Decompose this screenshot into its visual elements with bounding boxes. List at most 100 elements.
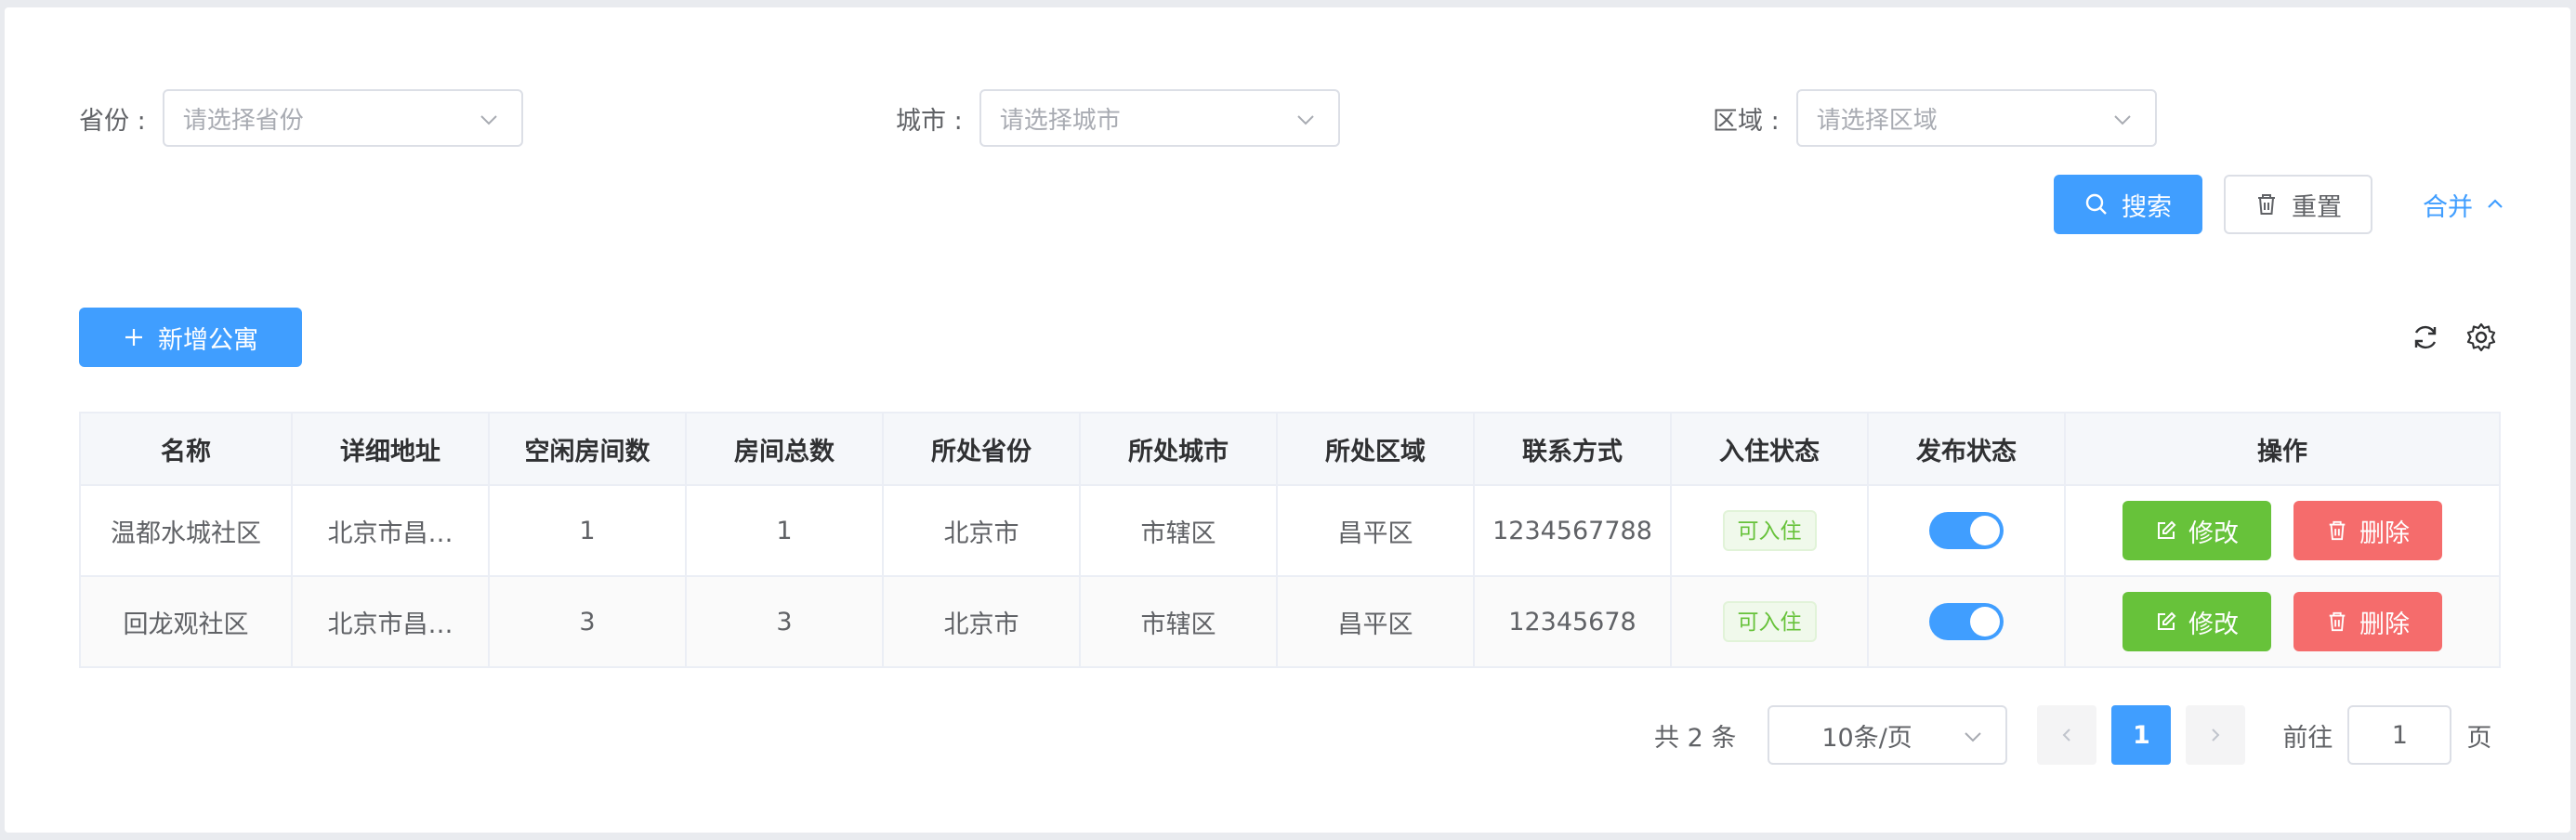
chevron-down-icon: [480, 115, 497, 125]
goto-prefix: 前往: [2282, 723, 2333, 753]
area-label: 区域 :: [1713, 106, 1780, 136]
chevron-right-icon: [2212, 728, 2220, 742]
column-header: 详细地址: [291, 412, 490, 486]
cell-city: 市辖区: [1079, 484, 1278, 577]
settings-button[interactable]: [2463, 319, 2500, 356]
toggle-knob: [1970, 516, 2000, 545]
cell-name: 回龙观社区: [79, 575, 293, 668]
city-placeholder: 请选择城市: [999, 106, 1121, 135]
trash-icon: [2258, 194, 2275, 215]
add-apartment-label: 新增公寓: [158, 325, 258, 355]
table-row: 回龙观社区 北京市昌… 3 3 北京市 市辖区 昌平区 12345678 可入住…: [79, 575, 2501, 668]
chevron-left-icon: [2062, 728, 2071, 742]
chevron-down-icon: [2113, 115, 2131, 125]
province-filter: 省份 : 请选择省份: [79, 89, 523, 147]
edit-icon: [2158, 520, 2176, 539]
collapse-toggle[interactable]: 合并: [2395, 175, 2534, 234]
edit-button[interactable]: 修改: [2123, 501, 2271, 560]
search-icon: [2085, 193, 2107, 215]
chevron-up-icon: [2488, 199, 2503, 208]
delete-button[interactable]: 删除: [2293, 501, 2442, 560]
cell-free-rooms: 1: [488, 484, 687, 577]
page-size-select[interactable]: 10条/页: [1768, 705, 2008, 765]
area-placeholder: 请选择区域: [1816, 106, 1938, 135]
prev-page-button[interactable]: [2037, 705, 2097, 765]
status-badge: 可入住: [1722, 510, 1817, 551]
cell-phone: 1234567788: [1473, 484, 1672, 577]
cell-name: 温都水城社区: [79, 484, 293, 577]
reset-button[interactable]: 重置: [2224, 175, 2372, 234]
cell-province: 北京市: [882, 575, 1081, 668]
column-header: 房间总数: [685, 412, 884, 486]
refresh-button[interactable]: [2407, 319, 2444, 356]
cell-address: 北京市昌…: [291, 484, 490, 577]
area-select[interactable]: 请选择区域: [1795, 89, 2157, 147]
trash-icon: [2329, 611, 2346, 632]
cell-status: 可入住: [1670, 484, 1869, 577]
column-header: 所处城市: [1079, 412, 1278, 486]
apartment-table: 名称 详细地址 空闲房间数 房间总数 所处省份 所处城市 所处区域 联系方式 入…: [79, 412, 2501, 668]
total-count: 共 2 条: [1654, 723, 1737, 753]
province-label: 省份 :: [79, 106, 146, 136]
publish-toggle[interactable]: [1929, 512, 2004, 549]
search-label: 搜索: [2122, 192, 2172, 222]
edit-label: 修改: [2188, 518, 2239, 548]
column-header: 所处省份: [882, 412, 1081, 486]
refresh-icon: [2414, 325, 2437, 349]
cell-status: 可入住: [1670, 575, 1869, 668]
cell-total-rooms: 3: [685, 575, 884, 668]
cell-city: 市辖区: [1079, 575, 1278, 668]
edit-button[interactable]: 修改: [2123, 592, 2271, 651]
province-select[interactable]: 请选择省份: [162, 89, 523, 147]
delete-label: 删除: [2359, 610, 2410, 639]
cell-free-rooms: 3: [488, 575, 687, 668]
cell-actions: 修改 删除: [2064, 575, 2501, 668]
cell-actions: 修改 删除: [2064, 484, 2501, 577]
page-number-button[interactable]: 1: [2111, 705, 2172, 765]
column-header: 空闲房间数: [488, 412, 687, 486]
goto-suffix: 页: [2466, 723, 2492, 753]
column-header: 所处区域: [1276, 412, 1475, 486]
city-select[interactable]: 请选择城市: [979, 89, 1340, 147]
table-row: 温都水城社区 北京市昌… 1 1 北京市 市辖区 昌平区 1234567788 …: [79, 484, 2501, 577]
add-apartment-button[interactable]: 新增公寓: [79, 308, 302, 367]
column-header: 入住状态: [1670, 412, 1869, 486]
cell-published: [1867, 575, 2066, 668]
collapse-label: 合并: [2423, 192, 2473, 222]
column-header: 发布状态: [1867, 412, 2066, 486]
main-card: 省份 : 请选择省份 城市 : 请选择城市 区域 : 请选择区域 搜索 重置 合…: [5, 7, 2570, 833]
column-header: 操作: [2064, 412, 2501, 486]
cell-address: 北京市昌…: [291, 575, 490, 668]
chevron-down-icon: [1965, 732, 1982, 742]
cell-area: 昌平区: [1276, 575, 1475, 668]
edit-icon: [2158, 611, 2176, 630]
trash-icon: [2329, 520, 2346, 541]
plus-icon: [125, 329, 142, 346]
status-badge: 可入住: [1722, 601, 1817, 642]
cell-phone: 12345678: [1473, 575, 1672, 668]
cell-province: 北京市: [882, 484, 1081, 577]
page-size-value: 10条/页: [1821, 723, 1912, 753]
cell-total-rooms: 1: [685, 484, 884, 577]
delete-label: 删除: [2359, 518, 2410, 548]
reset-label: 重置: [2292, 192, 2342, 222]
cell-area: 昌平区: [1276, 484, 1475, 577]
column-header: 名称: [79, 412, 293, 486]
city-label: 城市 :: [896, 106, 963, 136]
toggle-knob: [1970, 607, 2000, 637]
cell-published: [1867, 484, 2066, 577]
search-button[interactable]: 搜索: [2054, 175, 2202, 234]
delete-button[interactable]: 删除: [2293, 592, 2442, 651]
column-header: 联系方式: [1473, 412, 1672, 486]
goto-page-input[interactable]: 1: [2347, 705, 2452, 765]
gear-icon: [2466, 322, 2496, 352]
publish-toggle[interactable]: [1929, 603, 2004, 640]
area-filter: 区域 : 请选择区域: [1713, 89, 2157, 147]
table-header-row: 名称 详细地址 空闲房间数 房间总数 所处省份 所处城市 所处区域 联系方式 入…: [79, 412, 2501, 486]
edit-label: 修改: [2188, 610, 2239, 639]
city-filter: 城市 : 请选择城市: [896, 89, 1340, 147]
pagination: 共 2 条 10条/页 1 前往 1 页: [1654, 705, 2491, 765]
next-page-button[interactable]: [2186, 705, 2246, 765]
province-placeholder: 请选择省份: [182, 106, 304, 135]
chevron-down-icon: [1296, 115, 1314, 125]
